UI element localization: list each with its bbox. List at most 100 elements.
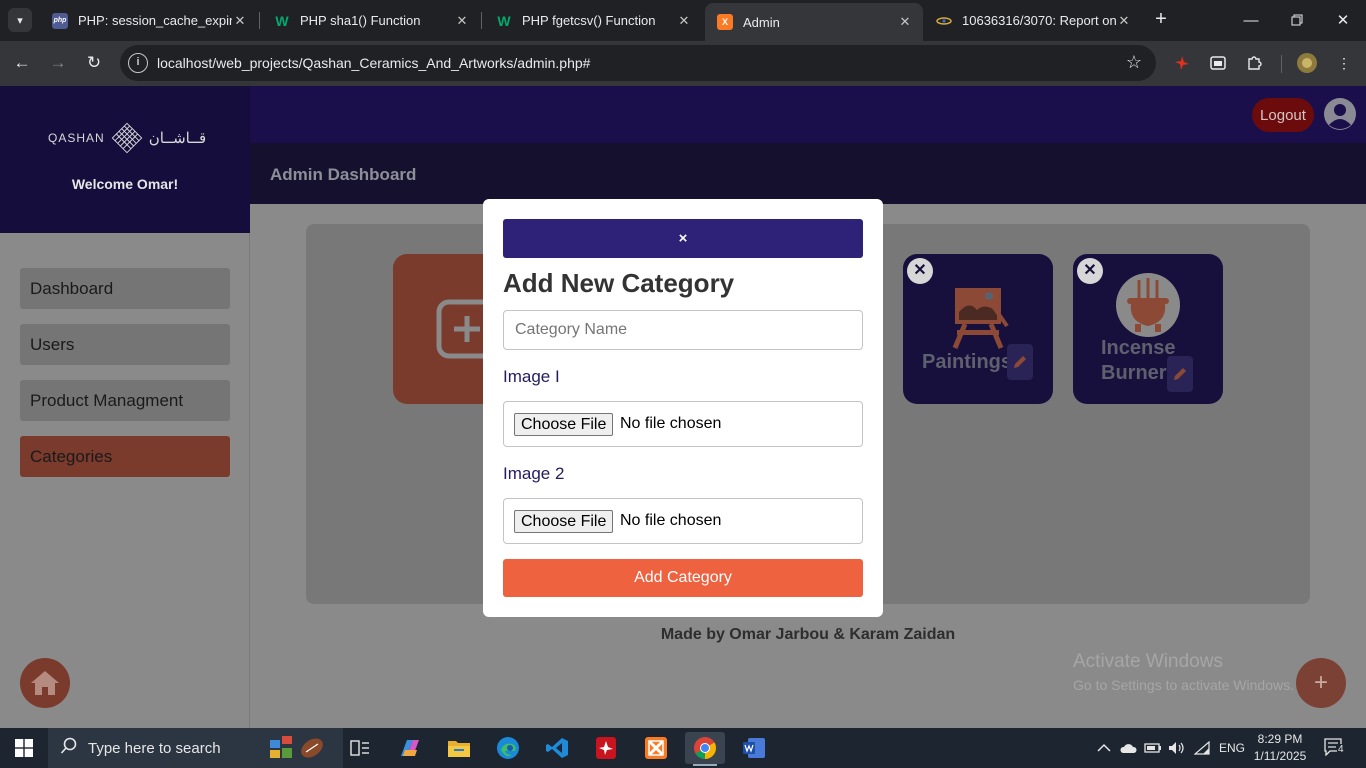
w3schools-favicon-icon: W <box>275 12 289 29</box>
delete-category-icon[interactable]: ✕ <box>1077 258 1103 284</box>
modal-close-button[interactable]: × <box>503 219 863 258</box>
page-title: Admin Dashboard <box>270 165 417 184</box>
user-avatar-icon[interactable] <box>1323 97 1357 131</box>
incense-burner-icon <box>1116 273 1180 337</box>
notification-center-icon[interactable]: 4 <box>1324 738 1345 757</box>
top-bar: Logout <box>250 86 1366 143</box>
tab-close-icon[interactable]: ✕ <box>1116 13 1132 29</box>
image2-choose-file-button[interactable]: Choose File <box>514 510 614 533</box>
logout-button[interactable]: Logout <box>1252 98 1314 132</box>
media-icon[interactable] <box>1207 52 1229 74</box>
sidebar-item-categories[interactable]: Categories <box>20 436 230 477</box>
restore-window-icon[interactable] <box>1274 0 1320 40</box>
image1-choose-file-button[interactable]: Choose File <box>514 413 614 436</box>
taskbar-search-box[interactable]: Type here to search <box>48 728 343 768</box>
edit-pencil-icon[interactable] <box>1007 344 1033 380</box>
edit-pencil-icon[interactable] <box>1167 356 1193 392</box>
close-window-icon[interactable]: ✕ <box>1320 0 1366 40</box>
new-tab-plus-icon[interactable]: + <box>1150 8 1172 32</box>
tab-php-fgetcsv[interactable]: W PHP fgetcsv() Function ✕ <box>484 0 702 41</box>
back-arrow-icon[interactable]: ← <box>8 49 36 77</box>
task-view-icon[interactable] <box>340 732 380 764</box>
pdf-extension-icon[interactable] <box>1171 52 1193 74</box>
volume-icon[interactable] <box>1168 728 1186 768</box>
xampp-icon[interactable] <box>636 732 676 764</box>
image1-file-input[interactable]: Choose File No file chosen <box>503 401 863 447</box>
browser-toolbar: ← → ↻ i localhost/web_projects/Qashan_Ce… <box>0 41 1366 86</box>
chrome-icon[interactable] <box>685 732 725 766</box>
edge-browser-icon[interactable] <box>488 732 528 764</box>
file-explorer-icon[interactable] <box>439 732 479 764</box>
site-info-icon[interactable]: i <box>128 53 148 73</box>
tab-title: PHP: session_cache_expire - <box>78 13 232 28</box>
logo-text-ar: قــاشــان <box>148 130 207 147</box>
tab-close-icon[interactable]: ✕ <box>676 13 692 29</box>
bookmark-star-icon[interactable]: ☆ <box>1126 52 1142 73</box>
start-button[interactable] <box>0 728 48 768</box>
battery-icon[interactable] <box>1144 728 1162 768</box>
sidebar-item-users[interactable]: Users <box>20 324 230 365</box>
site-logo[interactable]: QASHAN قــاشــان <box>48 122 206 154</box>
address-bar[interactable]: i localhost/web_projects/Qashan_Ceramics… <box>120 45 1156 81</box>
tab-title: Admin <box>743 14 780 30</box>
tab-php-sha1[interactable]: W PHP sha1() Function ✕ <box>262 0 480 41</box>
logo-diamond-icon <box>111 122 143 154</box>
clock-date: 1/11/2025 <box>1253 749 1307 763</box>
image1-label: Image I <box>503 367 560 386</box>
tab-search-icon[interactable]: ▾ <box>8 8 32 32</box>
category-name-line2: Burner <box>1101 362 1167 384</box>
vscode-icon[interactable] <box>537 732 577 764</box>
sidebar: Dashboard Users Product Managment Catego… <box>0 233 250 728</box>
floating-add-button[interactable]: + <box>1296 658 1346 708</box>
add-category-modal: × Add New Category Image I Choose File N… <box>483 199 883 617</box>
input-language[interactable]: ENG <box>1219 728 1245 768</box>
address-url[interactable]: localhost/web_projects/Qashan_Ceramics_A… <box>157 55 590 71</box>
tab-close-icon[interactable]: ✕ <box>454 13 470 29</box>
system-clock[interactable]: 8:29 PM 1/11/2025 <box>1247 731 1313 765</box>
forward-arrow-icon[interactable]: → <box>44 49 72 77</box>
extensions-puzzle-icon[interactable] <box>1243 52 1265 74</box>
browser-menu-icon[interactable]: ⋮ <box>1333 52 1355 74</box>
tab-close-icon[interactable]: ✕ <box>897 14 913 30</box>
category-card-incense-burner[interactable]: ✕ Incense Burner <box>1073 254 1223 404</box>
word-icon[interactable] <box>734 732 774 764</box>
tab-admin[interactable]: X Admin ✕ <box>705 3 923 41</box>
windows-taskbar: Type here to search ENG 8:29 PM 1/11/202… <box>0 728 1366 768</box>
category-name-input[interactable] <box>503 310 863 350</box>
clock-time: 8:29 PM <box>1257 732 1303 746</box>
sidebar-item-dashboard[interactable]: Dashboard <box>20 268 230 309</box>
logo-text-en: QASHAN <box>48 131 105 145</box>
acrobat-icon[interactable] <box>586 732 626 764</box>
tab-close-icon[interactable]: ✕ <box>232 13 248 29</box>
sidebar-header: QASHAN قــاشــان Welcome Omar! <box>0 86 250 233</box>
report-favicon-icon <box>936 13 952 29</box>
w3schools-favicon-icon: W <box>497 12 511 29</box>
dashboard-header: Admin Dashboard <box>250 143 1366 204</box>
image2-label: Image 2 <box>503 464 565 483</box>
page-footer: Made by Omar Jarbou & Karam Zaidan <box>660 626 956 643</box>
profile-avatar-icon[interactable] <box>1296 52 1318 74</box>
tab-title: 10636316/3070: Report only <box>962 13 1116 28</box>
activate-windows-subtitle: Go to Settings to activate Windows. <box>1073 677 1294 693</box>
add-category-button[interactable]: Add Category <box>503 559 863 597</box>
activate-windows-title: Activate Windows <box>1073 651 1223 672</box>
tab-separator <box>481 12 482 29</box>
onedrive-icon[interactable] <box>1119 728 1137 768</box>
minimize-window-icon[interactable]: — <box>1228 0 1274 40</box>
copilot-icon[interactable] <box>390 732 430 764</box>
wifi-icon[interactable] <box>1194 728 1210 768</box>
modal-title: Add New Category <box>503 268 735 298</box>
image2-file-input[interactable]: Choose File No file chosen <box>503 498 863 544</box>
home-button[interactable] <box>20 658 70 708</box>
notification-count: 4 <box>1337 744 1345 755</box>
delete-category-icon[interactable]: ✕ <box>907 258 933 284</box>
search-icon <box>60 737 80 760</box>
sidebar-item-product-management[interactable]: Product Managment <box>20 380 230 421</box>
reload-icon[interactable]: ↻ <box>80 49 108 77</box>
tab-report[interactable]: 10636316/3070: Report only ✕ <box>924 0 1142 41</box>
show-hidden-icons[interactable] <box>1097 728 1111 768</box>
tab-php-session-cache[interactable]: php PHP: session_cache_expire - ✕ <box>40 0 258 41</box>
welcome-message: Welcome Omar! <box>71 176 179 192</box>
category-card-paintings[interactable]: ✕ Paintings <box>903 254 1053 404</box>
search-highlight-icon[interactable] <box>268 732 332 768</box>
